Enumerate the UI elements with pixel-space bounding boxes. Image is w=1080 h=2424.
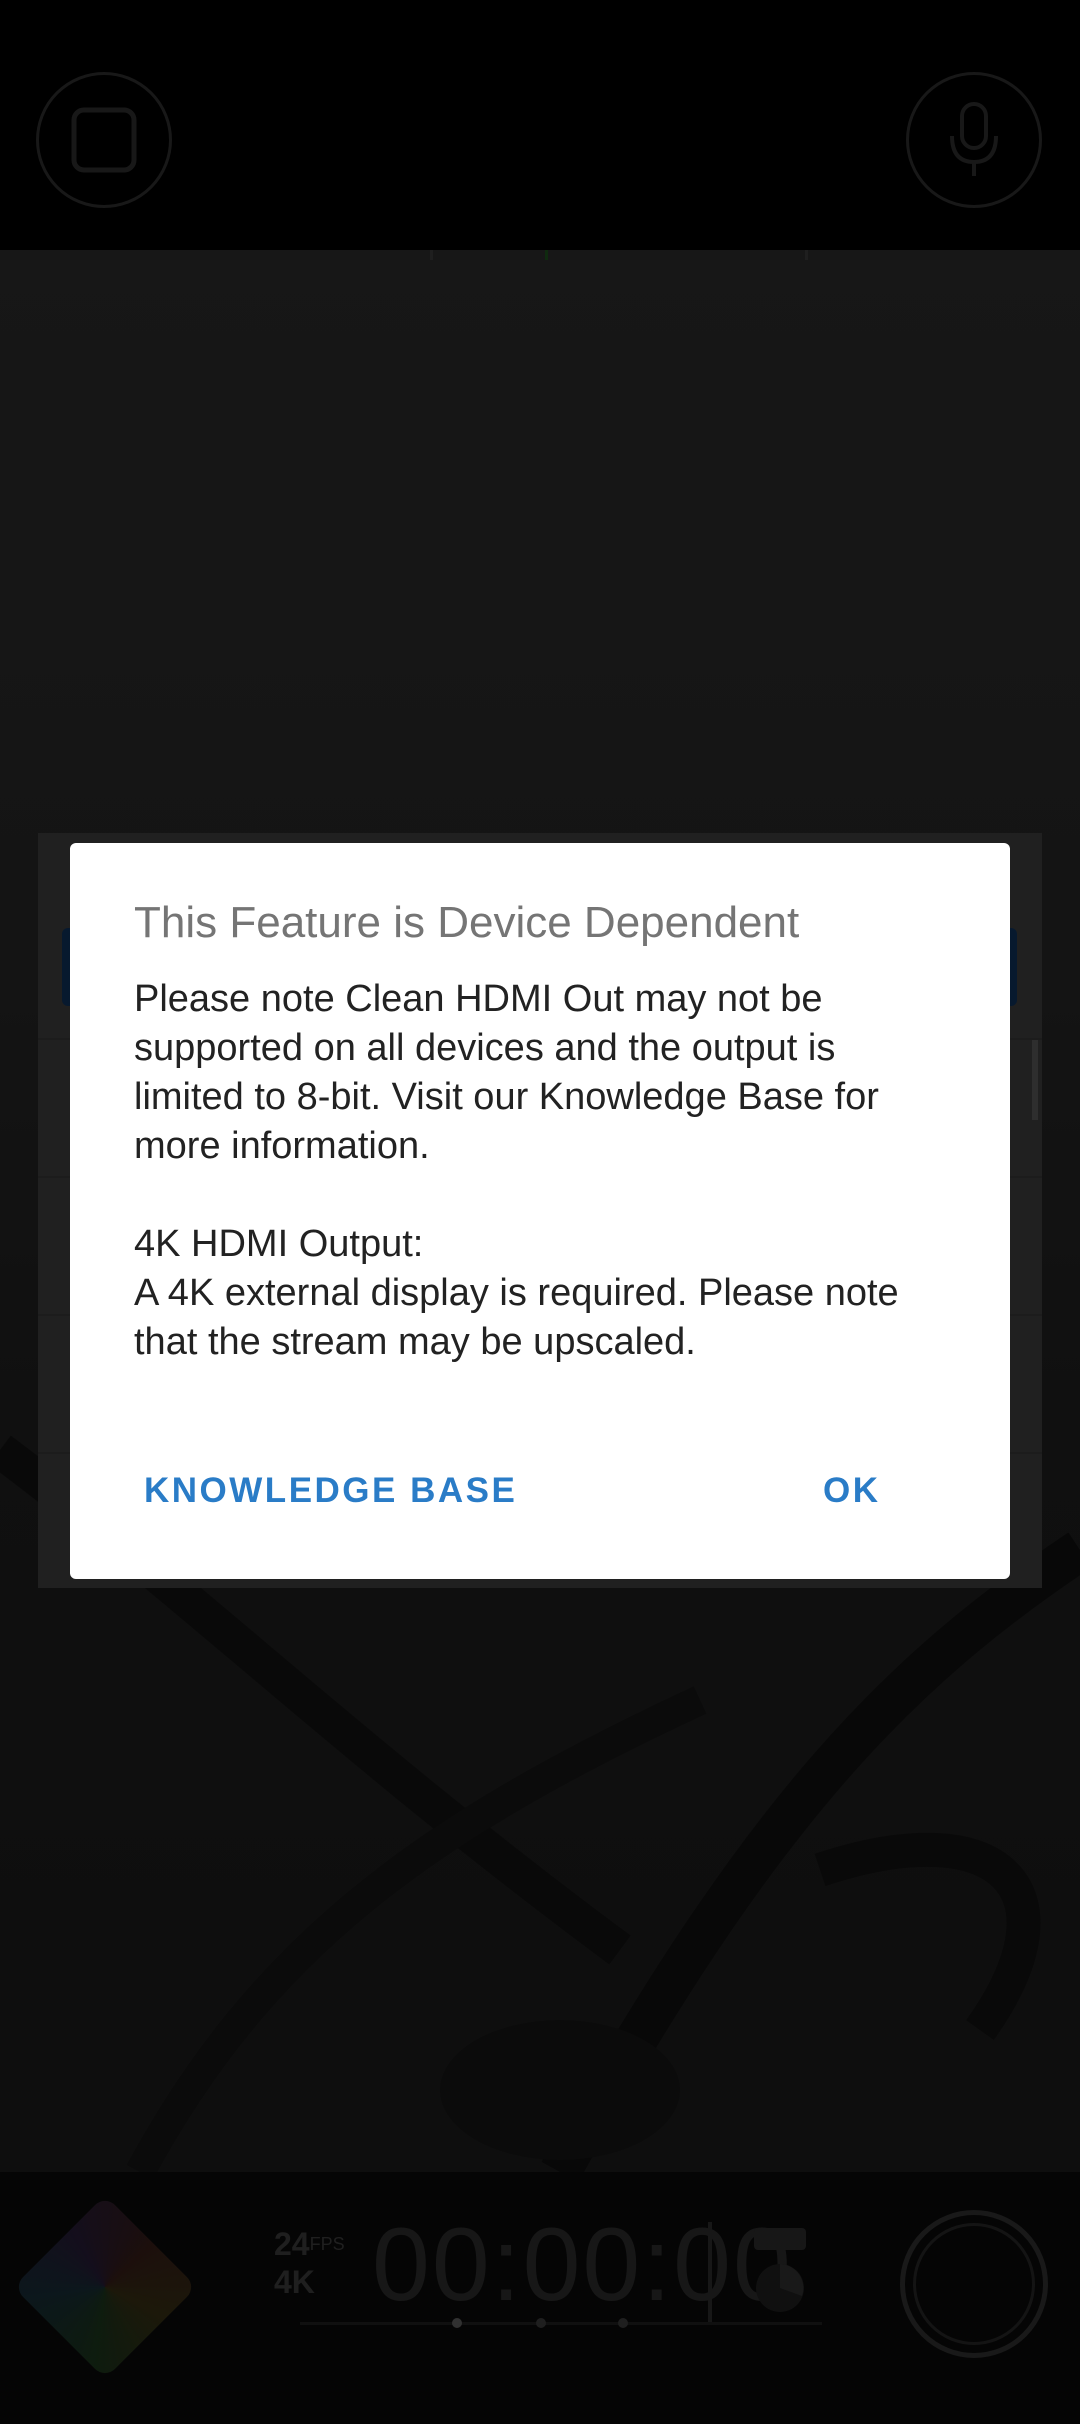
- dialog-body: Please note Clean HDMI Out may not be su…: [134, 978, 899, 1363]
- ok-button[interactable]: OK: [823, 1471, 881, 1511]
- dialog-actions: KNOWLEDGE BASE OK: [70, 1471, 1010, 1531]
- dialog-title: This Feature is Device Dependent: [134, 898, 800, 947]
- device-dependent-dialog: This Feature is Device Dependent Please …: [70, 843, 1010, 1579]
- knowledge-base-button[interactable]: KNOWLEDGE BASE: [144, 1471, 517, 1511]
